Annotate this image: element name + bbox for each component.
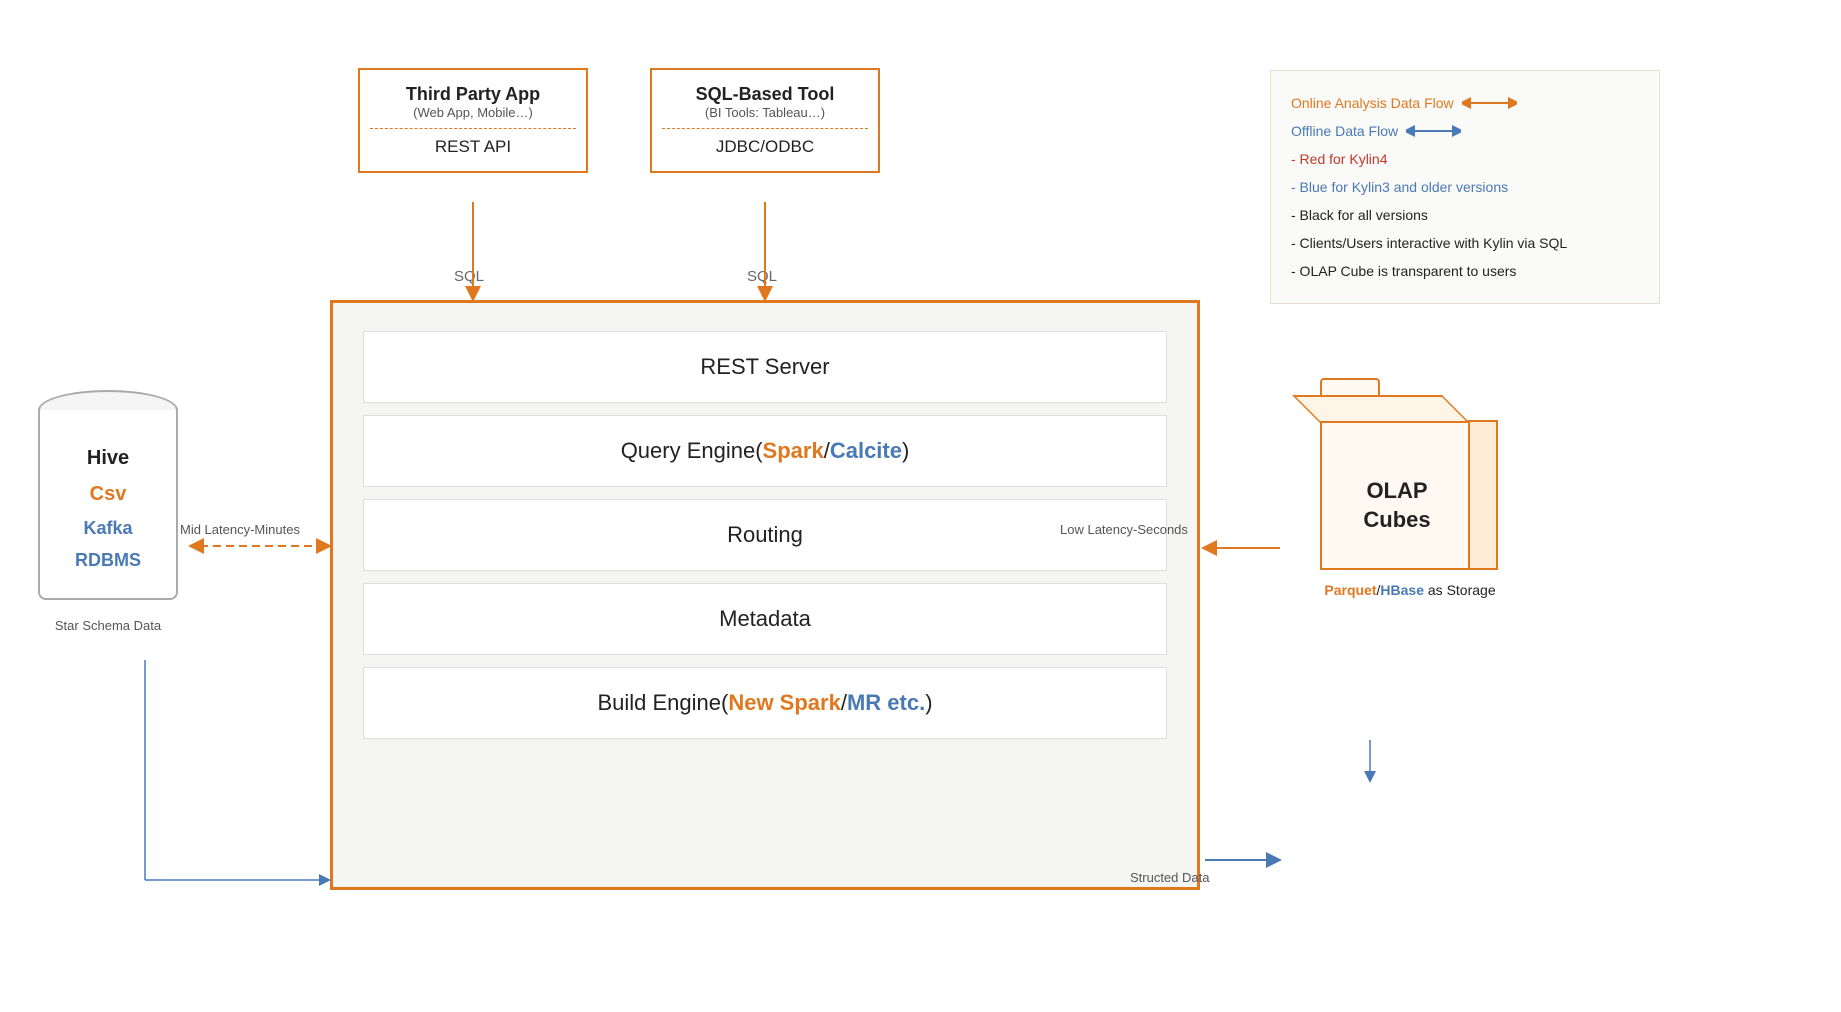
hive-label: Hive — [38, 440, 178, 476]
legend-arrow-orange-both — [1462, 96, 1517, 110]
sql-tool-subtitle: (BI Tools: Tableau…) — [662, 105, 868, 120]
sql-tool-divider — [662, 128, 868, 129]
main-kylin-box: REST Server Query Engine(Spark/Calcite) … — [330, 300, 1200, 890]
legend-label-red: - Red for Kylin4 — [1291, 151, 1387, 167]
cube-front: OLAPCubes — [1320, 420, 1470, 570]
sql-tool-box: SQL-Based Tool (BI Tools: Tableau…) JDBC… — [650, 68, 880, 173]
close2: ) — [925, 690, 932, 715]
third-party-content: REST API — [370, 137, 576, 157]
legend-item-black1: - Black for all versions — [1291, 201, 1639, 229]
third-party-box: Third Party App (Web App, Mobile…) REST … — [358, 68, 588, 173]
mr-label: MR etc. — [847, 690, 925, 715]
sql-label-1: SQL — [454, 268, 484, 285]
olap-cube-3d: OLAPCubes — [1320, 390, 1500, 570]
legend-item-red: - Red for Kylin4 — [1291, 145, 1639, 173]
new-spark-label: New Spark — [728, 690, 841, 715]
kafka-label: Kafka — [38, 512, 178, 544]
rdbms-label: RDBMS — [38, 544, 178, 576]
calcite-label: Calcite — [830, 438, 902, 463]
legend-arrow-blue-both — [1406, 124, 1461, 138]
structed-data-label: Structed Data — [1130, 870, 1210, 885]
hbase-label: HBase — [1380, 582, 1424, 598]
rest-server-row: REST Server — [363, 331, 1167, 403]
metadata-label: Metadata — [719, 606, 811, 631]
query-engine-label: Query Engine( — [621, 438, 763, 463]
routing-row: Routing — [363, 499, 1167, 571]
legend-label-black2: - Clients/Users interactive with Kylin v… — [1291, 235, 1567, 251]
storage-suffix: as Storage — [1424, 582, 1496, 598]
legend-box: Online Analysis Data Flow Offline Dat — [1270, 70, 1660, 304]
third-party-title: Third Party App — [370, 84, 576, 105]
parquet-label: Parquet — [1324, 582, 1376, 598]
low-latency-label: Low Latency-Seconds — [1060, 522, 1188, 537]
legend-item-black2: - Clients/Users interactive with Kylin v… — [1291, 229, 1639, 257]
mid-latency-label: Mid Latency-Minutes — [180, 522, 300, 537]
olap-container: OLAPCubes Parquet/HBase as Storage — [1280, 390, 1540, 598]
legend-label-black3: - OLAP Cube is transparent to users — [1291, 263, 1516, 279]
build-engine-row: Build Engine(New Spark/MR etc.) — [363, 667, 1167, 739]
close1: ) — [902, 438, 909, 463]
third-party-divider — [370, 128, 576, 129]
rest-server-label: REST Server — [700, 354, 829, 379]
third-party-subtitle: (Web App, Mobile…) — [370, 105, 576, 120]
sql-tool-content: JDBC/ODBC — [662, 137, 868, 157]
build-engine-label: Build Engine( — [597, 690, 728, 715]
diagram-container: Online Analysis Data Flow Offline Dat — [0, 0, 1841, 1012]
legend-label-blue: - Blue for Kylin3 and older versions — [1291, 179, 1508, 195]
legend-item-online: Online Analysis Data Flow — [1291, 89, 1639, 117]
data-source-cylinder: Hive Csv Kafka RDBMS Star Schema Data — [28, 390, 188, 633]
cube-label: OLAPCubes — [1322, 477, 1472, 534]
sql-label-2: SQL — [747, 268, 777, 285]
legend-item-blue: - Blue for Kylin3 and older versions — [1291, 173, 1639, 201]
routing-label: Routing — [727, 522, 803, 547]
cylinder: Hive Csv Kafka RDBMS — [38, 390, 178, 610]
legend-item-black3: - OLAP Cube is transparent to users — [1291, 257, 1639, 285]
legend-label-black1: - Black for all versions — [1291, 207, 1428, 223]
legend-item-offline: Offline Data Flow — [1291, 117, 1639, 145]
cube-right-face — [1470, 420, 1498, 570]
spark-label: Spark — [763, 438, 824, 463]
cylinder-labels: Hive Csv Kafka RDBMS — [38, 440, 178, 577]
metadata-row: Metadata — [363, 583, 1167, 655]
csv-label: Csv — [38, 476, 178, 512]
olap-caption: Parquet/HBase as Storage — [1280, 582, 1540, 598]
sql-tool-title: SQL-Based Tool — [662, 84, 868, 105]
query-engine-row: Query Engine(Spark/Calcite) — [363, 415, 1167, 487]
star-schema-label: Star Schema Data — [28, 618, 188, 633]
cube-top-face — [1292, 395, 1470, 423]
legend-label-online: Online Analysis Data Flow — [1291, 89, 1454, 117]
legend-label-offline: Offline Data Flow — [1291, 117, 1398, 145]
